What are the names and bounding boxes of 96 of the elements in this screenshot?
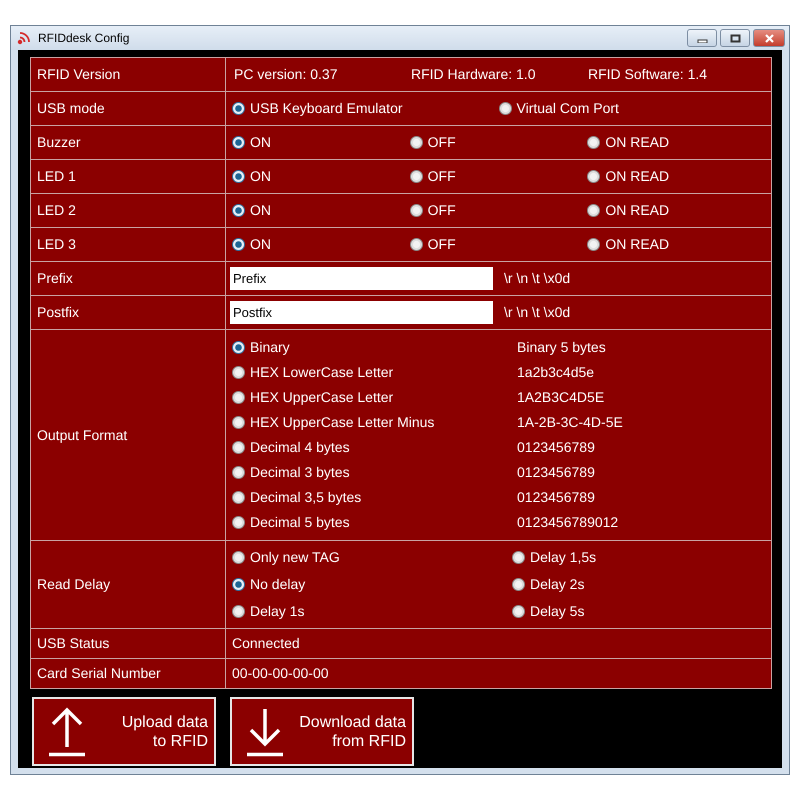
- radio-label[interactable]: Delay 5s: [530, 603, 584, 620]
- radio-button[interactable]: [232, 204, 245, 217]
- radio-button[interactable]: [232, 238, 245, 251]
- row-label: LED 1: [37, 168, 76, 184]
- format-example: 1A2B3C4D5E: [517, 389, 606, 406]
- radio-button[interactable]: [232, 170, 245, 183]
- row-label: Output Format: [37, 426, 128, 442]
- radio-button[interactable]: [232, 578, 245, 591]
- radio-label[interactable]: Virtual Com Port: [516, 100, 619, 117]
- radio-label[interactable]: Binary: [250, 339, 290, 356]
- radio-label[interactable]: ON: [250, 236, 271, 253]
- radio-label[interactable]: USB Keyboard Emulator: [250, 100, 403, 117]
- radio-label[interactable]: OFF: [428, 202, 456, 219]
- radio-label[interactable]: ON READ: [605, 134, 670, 151]
- minimize-button[interactable]: [687, 29, 717, 47]
- radio-label[interactable]: OFF: [428, 134, 456, 151]
- radio-button[interactable]: [232, 102, 245, 115]
- radio-label[interactable]: OFF: [428, 168, 456, 185]
- radio-button[interactable]: [232, 491, 245, 504]
- app-icon: [16, 30, 31, 46]
- row-label: Buzzer: [37, 134, 81, 150]
- row-label: LED 2: [37, 202, 76, 218]
- radio-button[interactable]: [410, 238, 423, 251]
- radio-button[interactable]: [587, 204, 600, 217]
- radio-label[interactable]: ON: [250, 134, 271, 151]
- row-label: Read Delay: [37, 576, 110, 592]
- text-input[interactable]: Prefix: [230, 267, 493, 290]
- radio-button[interactable]: [512, 578, 525, 591]
- row-label: RFID Version: [37, 66, 120, 82]
- upload-button[interactable]: Upload data to RFID: [32, 697, 216, 766]
- radio-button[interactable]: [587, 170, 600, 183]
- escape-codes-hint: \r \n \t \x0d: [504, 270, 570, 287]
- download-arrow-icon: [246, 706, 284, 756]
- radio-button[interactable]: [587, 238, 600, 251]
- radio-label[interactable]: HEX LowerCase Letter: [250, 364, 394, 381]
- format-example: 0123456789: [517, 489, 596, 506]
- radio-label[interactable]: Decimal 3 bytes: [250, 464, 350, 481]
- radio-button[interactable]: [232, 516, 245, 529]
- radio-label[interactable]: OFF: [428, 236, 456, 253]
- row-label: Card Serial Number: [37, 665, 161, 681]
- window-title: RFIDdesk Config: [38, 30, 130, 47]
- radio-button[interactable]: [587, 136, 600, 149]
- row-label: USB mode: [37, 100, 105, 116]
- radio-button[interactable]: [232, 341, 245, 354]
- radio-label[interactable]: ON READ: [605, 168, 670, 185]
- maximize-icon: [730, 34, 740, 42]
- version-text: PC version: 0.37: [234, 66, 338, 83]
- radio-button[interactable]: [498, 102, 512, 115]
- radio-label[interactable]: Decimal 5 bytes: [250, 514, 350, 531]
- format-example: 1a2b3c4d5e: [517, 364, 596, 381]
- format-example: 0123456789012: [517, 514, 620, 531]
- radio-label[interactable]: ON READ: [605, 202, 670, 219]
- row-label: USB Status: [37, 635, 110, 651]
- field-value: Connected: [232, 635, 300, 651]
- close-icon: [764, 34, 774, 42]
- radio-button[interactable]: [232, 605, 245, 618]
- radio-button[interactable]: [512, 605, 525, 618]
- format-example: 0123456789: [517, 464, 596, 481]
- radio-label[interactable]: ON: [250, 168, 271, 185]
- radio-button[interactable]: [232, 366, 245, 379]
- escape-codes-hint: \r \n \t \x0d: [504, 304, 570, 321]
- radio-label[interactable]: ON: [250, 202, 271, 219]
- radio-label[interactable]: Delay 1,5s: [530, 549, 596, 566]
- radio-button[interactable]: [410, 170, 423, 183]
- radio-label[interactable]: ON READ: [605, 236, 670, 253]
- radio-button[interactable]: [410, 204, 423, 217]
- row-label: Postfix: [37, 304, 80, 320]
- row-label: LED 3: [37, 236, 76, 252]
- upload-arrow-icon: [48, 706, 86, 756]
- radio-label[interactable]: HEX UpperCase Letter: [250, 389, 394, 406]
- radio-label[interactable]: Decimal 3,5 bytes: [250, 489, 362, 506]
- format-example: 0123456789: [517, 439, 596, 456]
- radio-label[interactable]: No delay: [250, 576, 306, 593]
- version-text: RFID Software: 1.4: [588, 66, 708, 83]
- text-input[interactable]: Postfix: [230, 301, 493, 324]
- radio-button[interactable]: [232, 136, 245, 149]
- format-example: 1A-2B-3C-4D-5E: [517, 414, 624, 431]
- radio-button[interactable]: [512, 551, 525, 564]
- radio-button[interactable]: [410, 136, 423, 149]
- radio-label[interactable]: HEX UpperCase Letter Minus: [250, 414, 434, 431]
- radio-button[interactable]: [232, 466, 245, 479]
- radio-button[interactable]: [232, 441, 245, 454]
- radio-label[interactable]: Delay 2s: [530, 576, 584, 593]
- format-example: Binary 5 bytes: [517, 339, 607, 356]
- radio-button[interactable]: [232, 391, 245, 404]
- radio-label[interactable]: Delay 1s: [250, 603, 304, 620]
- radio-button[interactable]: [232, 416, 245, 429]
- version-text: RFID Hardware: 1.0: [411, 66, 536, 83]
- radio-label[interactable]: Only new TAG: [250, 549, 340, 566]
- download-button[interactable]: Download data from RFID: [230, 697, 414, 766]
- maximize-button[interactable]: [720, 29, 750, 47]
- row-label: Prefix: [37, 270, 73, 286]
- radio-label[interactable]: Decimal 4 bytes: [250, 439, 350, 456]
- close-button[interactable]: [753, 29, 785, 47]
- radio-button[interactable]: [232, 551, 245, 564]
- field-value: 00-00-00-00-00: [232, 665, 329, 681]
